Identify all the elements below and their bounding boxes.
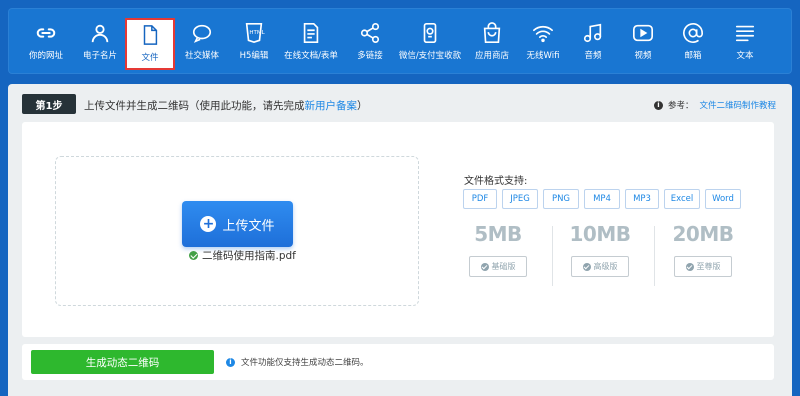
payment-icon [423,23,437,43]
nav-label: 你的网址 [28,51,63,61]
nav-item-wifi[interactable]: 无线Wifi [518,18,568,70]
check-circle-icon [480,262,489,271]
check-circle-icon [189,251,198,260]
at-sign-icon [683,23,703,43]
format-tag: JPEG [502,189,538,209]
nav-item-video[interactable]: 视频 [620,18,666,70]
nav-label: 社交媒体 [184,51,219,61]
tier-label: 基础版 [491,262,516,271]
nav-item-file[interactable]: 文件 [125,18,175,70]
tier-label: 至尊版 [696,262,721,271]
upload-panel: + 上传文件 二维码使用指南.pdf 文件格式支持: PDF JPEG PNG … [22,122,774,337]
upload-file-button[interactable]: + 上传文件 [182,201,293,247]
nav-label: 文本 [736,51,754,61]
generate-bar: 生成动态二维码 i 文件功能仅支持生成动态二维码。 [22,344,774,380]
nav-label: 在线文档/表单 [284,51,338,61]
nav-item-audio[interactable]: 音频 [570,18,616,70]
link-icon [36,28,56,38]
check-circle-icon [582,262,591,271]
nav-label: 多链接 [357,51,383,61]
reference: i 参考： 文件二维码制作教程 [653,99,776,111]
format-tag: MP4 [584,189,620,209]
format-tag: Word [705,189,741,209]
person-icon [91,24,109,43]
tier-premium: 20MB 至尊版 [653,222,753,277]
step-section: 第1步 上传文件并生成二维码（使用此功能，请先完成新用户备案） i 参考： 文件… [8,84,792,396]
tutorial-link[interactable]: 文件二维码制作教程 [699,99,776,111]
tier-premium-button[interactable]: 至尊版 [674,256,732,277]
new-user-registration-link[interactable]: 新用户备案 [305,100,358,112]
step-title: 上传文件并生成二维码（使用此功能，请先完成新用户备案） [84,98,368,113]
chat-bubble-icon [192,24,212,43]
nav-item-business-card[interactable]: 电子名片 [76,18,124,70]
nav-label: 无线Wifi [526,51,560,61]
shopping-bag-icon [483,22,501,43]
nav-item-multi-link[interactable]: 多链接 [346,18,394,70]
nav-label: 邮箱 [684,51,702,61]
nav-label: 电子名片 [82,51,117,61]
tier-size: 20MB [672,222,734,246]
music-note-icon [583,23,602,43]
nav-label: 视频 [634,51,652,61]
info-icon: i [653,100,663,110]
reference-label: 参考： [667,101,694,111]
nav-item-text[interactable]: 文本 [722,18,768,70]
format-tag: MP3 [625,189,659,209]
step-title-text: 上传文件并生成二维码（使用此功能，请先完成 [84,100,305,112]
tier-label: 高级版 [593,262,618,271]
tier-basic-button[interactable]: 基础版 [469,256,527,277]
format-tag: Excel [664,189,700,209]
text-lines-icon [735,25,755,42]
upload-dropzone[interactable]: + 上传文件 二维码使用指南.pdf [55,156,419,306]
tier-basic: 5MB 基础版 [448,222,548,277]
step-badge: 第1步 [22,94,76,114]
nav-item-social-media[interactable]: 社交媒体 [178,18,226,70]
upload-button-label: 上传文件 [222,218,275,234]
plus-icon: + [200,216,217,232]
wifi-icon [533,25,553,43]
check-circle-icon [685,262,694,271]
nav-label: H5编辑 [239,51,269,61]
generate-note-text: 文件功能仅支持生成动态二维码。 [241,358,369,368]
nav-label: 文件 [141,53,159,63]
svg-text:HTML: HTML [249,30,265,36]
uploaded-file: 二维码使用指南.pdf [189,248,296,263]
file-icon [143,25,158,45]
nav-item-app-store[interactable]: 应用商店 [468,18,516,70]
generate-dynamic-qr-button[interactable]: 生成动态二维码 [31,350,214,374]
share-icon [360,23,380,43]
nav-item-payment[interactable]: 微信/支付宝收款 [396,18,464,70]
tier-size: 5MB [474,222,522,246]
nav-item-online-doc[interactable]: 在线文档/表单 [280,18,342,70]
uploaded-file-name: 二维码使用指南.pdf [202,250,296,262]
nav-item-email[interactable]: 邮箱 [670,18,716,70]
document-icon [303,23,319,43]
nav-item-h5-editor[interactable]: HTML H5编辑 [230,18,278,70]
format-support-title: 文件格式支持: [464,176,528,187]
step-title-suffix: ） [357,100,368,112]
format-tag: PNG [543,189,579,209]
tier-advanced-button[interactable]: 高级版 [571,256,629,277]
play-icon [633,24,653,42]
nav-item-url[interactable]: 你的网址 [22,18,70,70]
nav-label: 微信/支付宝收款 [398,51,462,61]
format-tag: PDF [463,189,497,209]
nav-label: 音频 [584,51,602,61]
top-navigation: 你的网址 电子名片 文件 社交媒体 HTML H5编辑 在线文档/表单 多链接 … [8,8,792,74]
format-list: PDF JPEG PNG MP4 MP3 Excel Word [463,189,741,209]
info-icon: i [226,357,235,367]
generate-note: i 文件功能仅支持生成动态二维码。 [226,356,369,368]
tier-advanced: 10MB 高级版 [550,222,650,277]
nav-label: 应用商店 [474,51,509,61]
html5-icon: HTML [245,23,265,44]
tier-size: 10MB [569,222,631,246]
